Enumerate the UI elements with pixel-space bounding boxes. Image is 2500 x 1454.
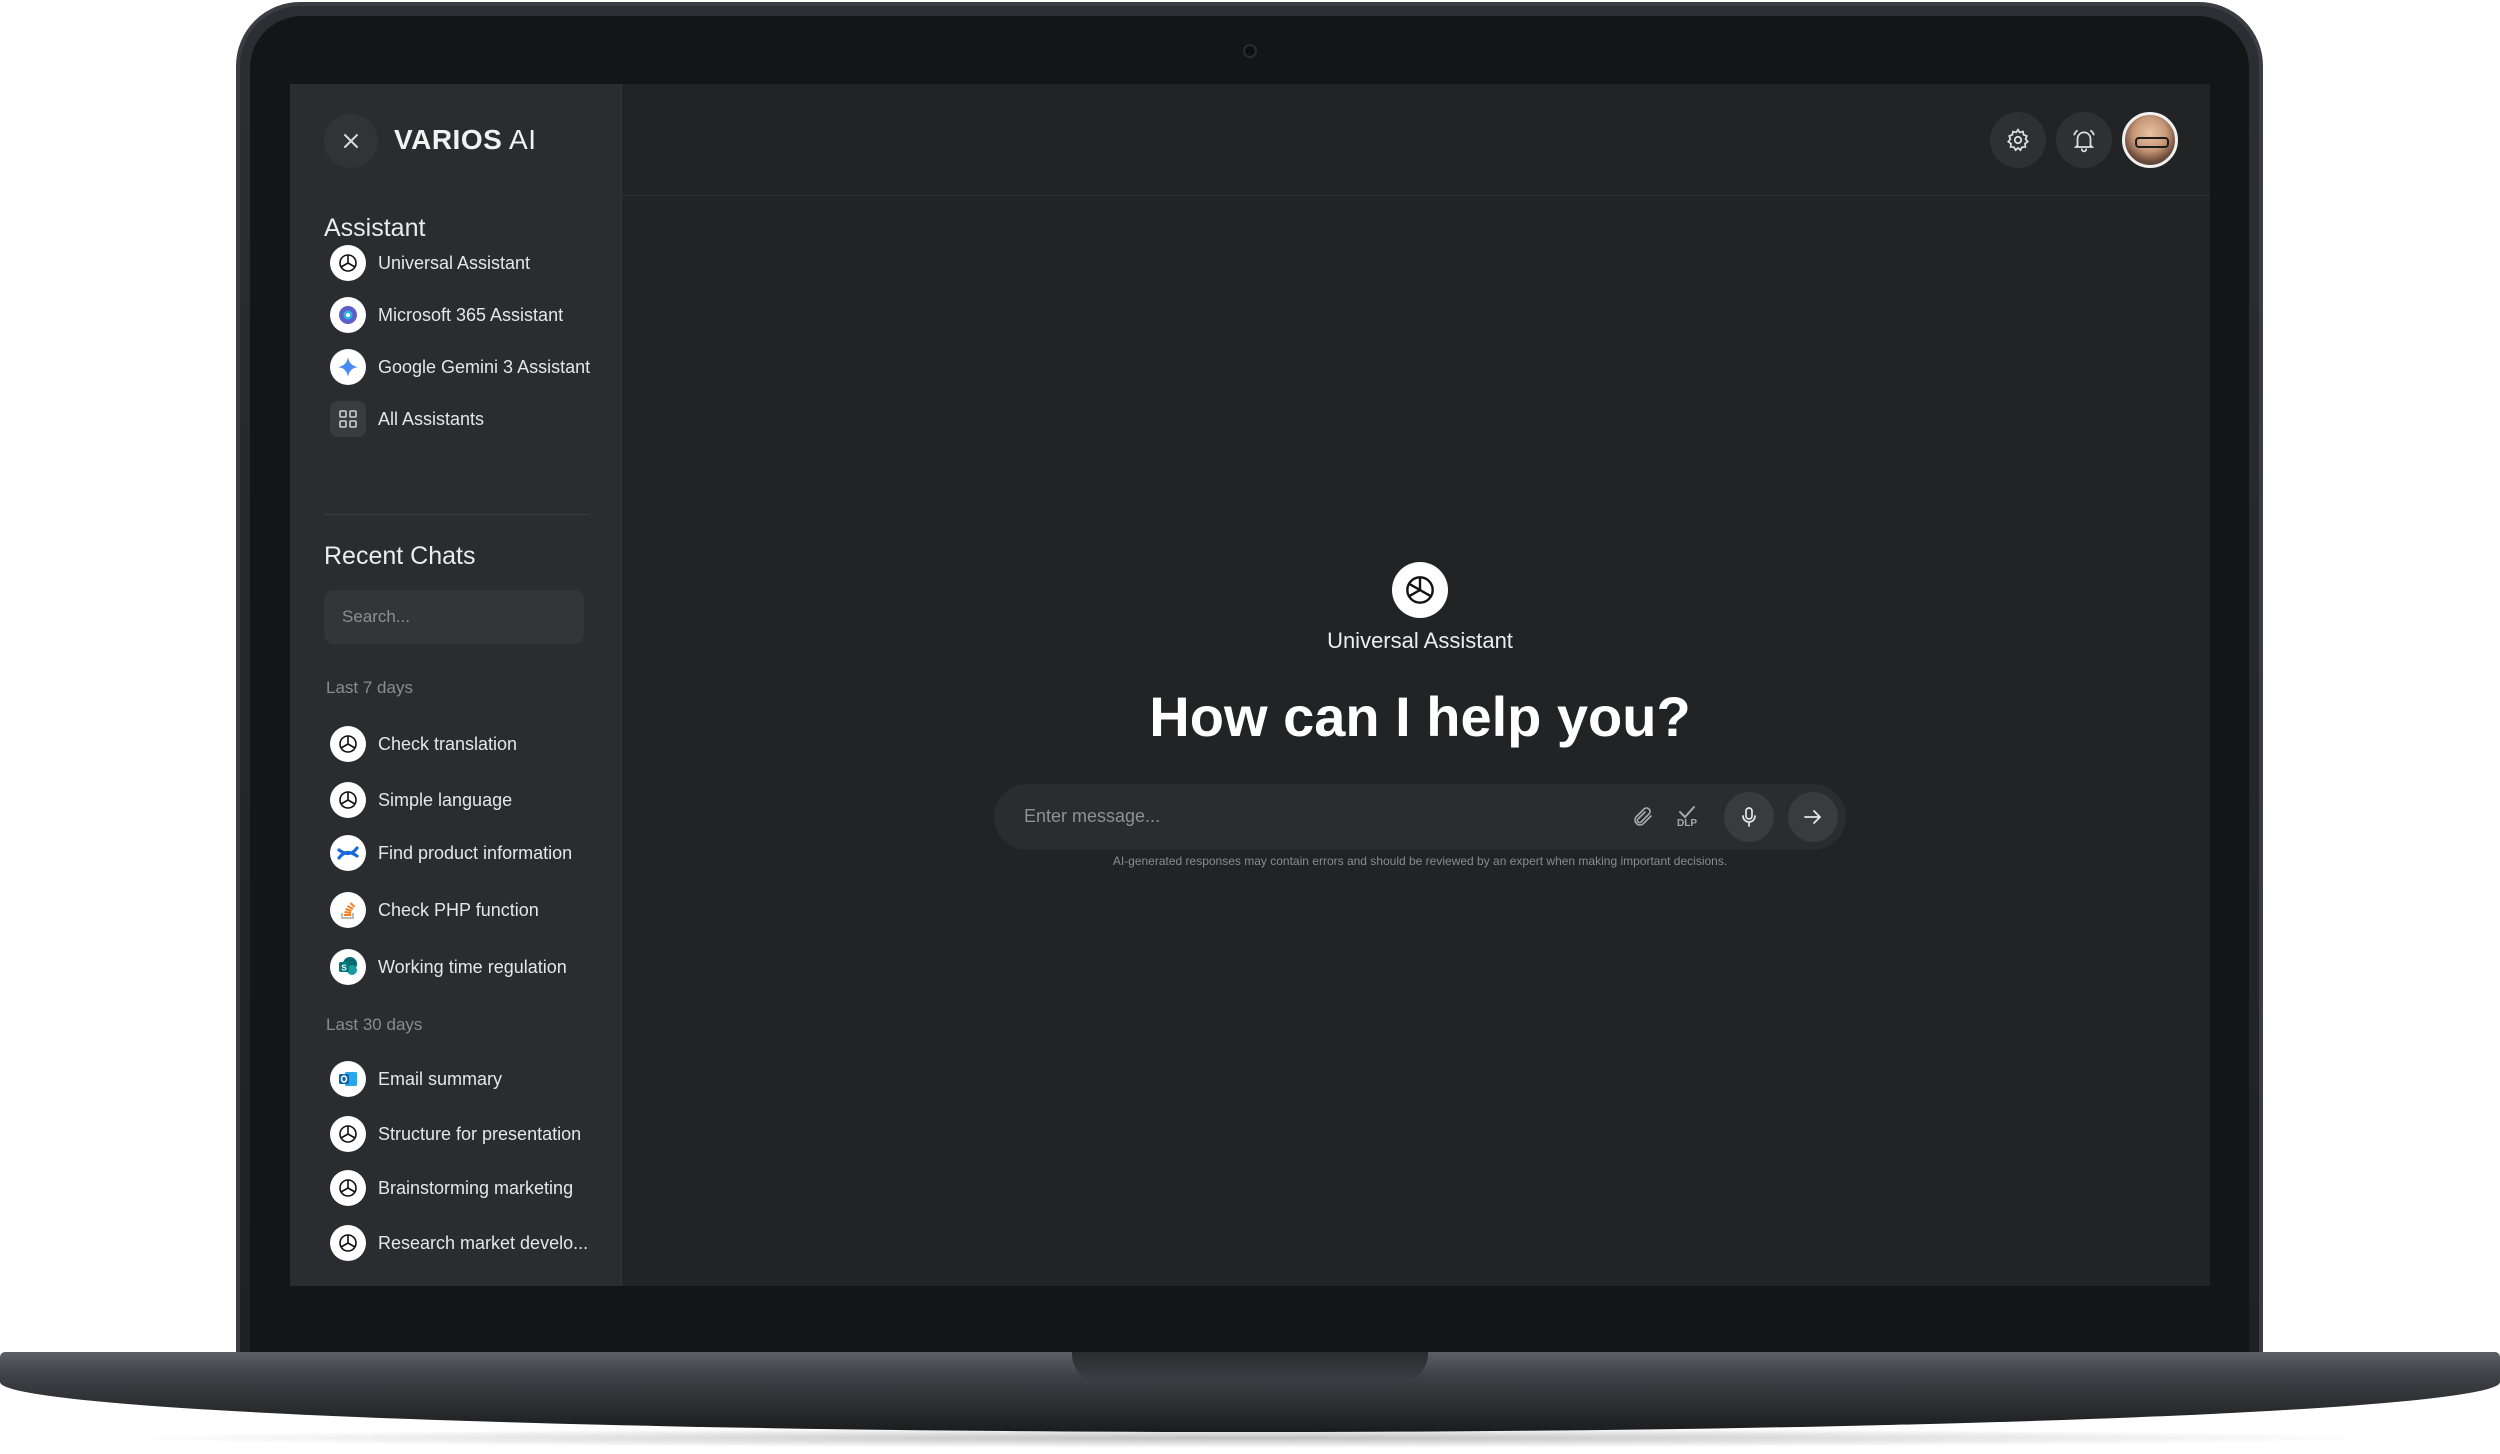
openai-icon [330,1225,366,1261]
laptop-opening-notch [1072,1352,1428,1382]
chat-item[interactable]: S Working time regulation [330,947,610,987]
chat-item[interactable]: Brainstorming marketing [330,1168,610,1208]
assistant-google-gemini[interactable]: Google Gemini 3 Assistant [330,347,610,387]
chat-search-input[interactable]: Search... [324,590,584,644]
gear-icon [2006,128,2030,152]
message-composer: Enter message... DLP [994,784,1846,850]
assistant-label: Universal Assistant [378,252,531,273]
chat-item[interactable]: Find product information [330,833,610,873]
notifications-button[interactable] [2056,112,2112,168]
camera [1243,44,1257,58]
bell-icon [2073,129,2095,153]
assistant-label: Microsoft 365 Assistant [378,304,564,325]
app-brand: VARIOS AI [394,124,537,155]
openai-icon [330,1116,366,1152]
openai-icon [330,1170,366,1206]
disclaimer-text: AI-generated responses may contain error… [1112,854,1728,868]
openai-icon [330,726,366,762]
copilot-icon [330,297,366,333]
chat-item[interactable]: Structure for presentation [330,1114,610,1154]
laptop-shadow [100,1428,2400,1448]
chat-item-label: Brainstorming marketing [378,1177,574,1198]
assistant-universal[interactable]: Universal Assistant [330,243,610,283]
openai-icon [330,245,366,281]
openai-icon [330,782,366,818]
group-label-last-7-days: Last 7 days [326,678,413,697]
group-label-last-30-days: Last 30 days [326,1015,423,1034]
send-button[interactable] [1788,792,1838,842]
chat-item-label: Simple language [378,789,513,810]
chat-item[interactable]: Check PHP function [330,890,610,930]
app-screen: VARIOS AI Assistant Universal Assistant … [290,84,2210,1286]
chat-item-label: Check translation [378,733,518,754]
microphone-icon [1742,807,1756,827]
paperclip-icon [1634,807,1652,826]
arrow-right-icon [1804,810,1821,824]
message-input[interactable]: Enter message... [1024,806,1160,827]
recent-chats-title: Recent Chats [324,542,476,570]
chat-item-label: Email summary [378,1068,503,1089]
dlp-label: DLP [1677,818,1697,829]
chat-item-label: Working time regulation [378,956,567,977]
openai-icon [1406,576,1434,604]
assistant-logo [1392,562,1448,618]
microphone-button[interactable] [1724,792,1774,842]
chat-item-label: Structure for presentation [378,1123,582,1144]
assistant-label: Google Gemini 3 Assistant [378,356,591,377]
chat-item[interactable]: Research market develo... [330,1223,610,1263]
sidebar-divider [324,514,590,515]
chat-item-label: Check PHP function [378,899,539,920]
check-icon [1679,806,1695,819]
chat-item[interactable]: Simple language [330,780,610,820]
gemini-icon [330,349,366,385]
assistant-section-title: Assistant [324,214,426,242]
confluence-icon [330,835,366,871]
sharepoint-icon: S [330,949,366,985]
assistant-all[interactable]: All Assistants [330,399,610,439]
user-avatar[interactable] [2122,112,2178,168]
assistant-label: All Assistants [378,408,485,429]
stackoverflow-icon [330,892,366,928]
headline: How can I help you? [1149,685,1691,748]
settings-button[interactable] [1990,112,2046,168]
chat-item-label: Research market develo... [378,1232,589,1253]
grid-icon [330,401,366,437]
top-bar [622,84,2210,196]
assistant-name: Universal Assistant [1327,628,1513,653]
outlook-icon [330,1061,366,1097]
chat-item[interactable]: Check translation [330,724,610,764]
close-icon [344,134,358,148]
close-sidebar-button[interactable] [324,114,378,168]
main-panel: Universal Assistant How can I help you? … [622,84,2210,1286]
assistant-microsoft-365[interactable]: Microsoft 365 Assistant [330,295,610,335]
dlp-button[interactable]: DLP [1662,792,1712,842]
chat-item[interactable]: Email summary [330,1059,610,1099]
chat-item-label: Find product information [378,842,573,863]
sidebar: VARIOS AI Assistant Universal Assistant … [290,84,622,1286]
svg-text:S: S [341,964,347,973]
attach-button[interactable] [1618,792,1668,842]
